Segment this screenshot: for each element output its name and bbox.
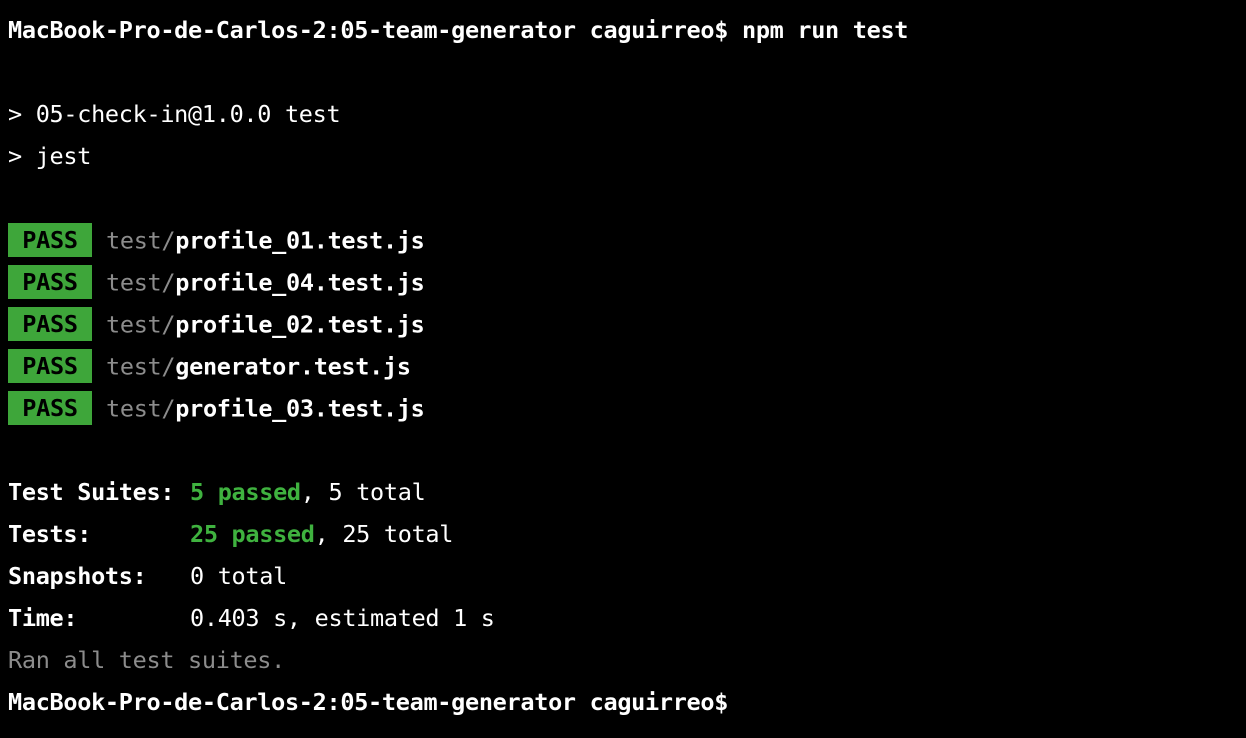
test-dir: test/ [106, 268, 176, 297]
script-command: > jest [8, 142, 92, 170]
summary-label: Time: [8, 604, 78, 632]
pass-badge: PASS [8, 391, 92, 425]
ran-all-message: Ran all test suites. [8, 646, 285, 674]
test-file-name: profile_01.test.js [175, 226, 425, 255]
total-count: , 25 total [314, 520, 454, 548]
test-dir: test/ [106, 310, 176, 339]
test-file-name: profile_02.test.js [175, 310, 425, 339]
summary-label: Test Suites: [8, 478, 175, 506]
shell-prompt: MacBook-Pro-de-Carlos-2:05-team-generato… [8, 16, 729, 44]
test-result-row: PASS test/profile_04.test.js [8, 265, 425, 299]
summary-label: Snapshots: [8, 562, 147, 590]
pass-badge: PASS [8, 265, 92, 299]
pass-badge: PASS [8, 349, 92, 383]
summary-snapshots: Snapshots: 0 total [8, 561, 287, 591]
test-result-row: PASS test/profile_01.test.js [8, 223, 425, 257]
pass-badge: PASS [8, 307, 92, 341]
script-header: > 05-check-in@1.0.0 test [8, 100, 341, 128]
test-file-name: profile_03.test.js [175, 394, 425, 423]
time-value: 0.403 s, estimated 1 s [190, 604, 495, 632]
test-file-name: profile_04.test.js [175, 268, 425, 297]
test-dir: test/ [106, 352, 176, 381]
passed-count: 5 passed [190, 478, 301, 506]
test-result-row: PASS test/generator.test.js [8, 349, 411, 383]
command-line: MacBook-Pro-de-Carlos-2:05-team-generato… [8, 15, 908, 45]
test-result-row: PASS test/profile_03.test.js [8, 391, 425, 425]
text-cursor [728, 691, 730, 717]
summary-label: Tests: [8, 520, 92, 548]
passed-count: 25 passed [190, 520, 315, 548]
total-count: , 5 total [300, 478, 426, 506]
terminal-window[interactable]: MacBook-Pro-de-Carlos-2:05-team-generato… [0, 0, 1246, 738]
test-file-name: generator.test.js [175, 352, 411, 381]
test-dir: test/ [106, 394, 176, 423]
test-result-row: PASS test/profile_02.test.js [8, 307, 425, 341]
shell-prompt: MacBook-Pro-de-Carlos-2:05-team-generato… [8, 688, 729, 716]
test-dir: test/ [106, 226, 176, 255]
summary-time: Time: 0.403 s, estimated 1 s [8, 603, 495, 633]
final-prompt-line[interactable]: MacBook-Pro-de-Carlos-2:05-team-generato… [8, 687, 730, 717]
summary-tests: Tests: 25 passed, 25 total [8, 519, 453, 549]
summary-test-suites: Test Suites: 5 passed, 5 total [8, 477, 426, 507]
pass-badge: PASS [8, 223, 92, 257]
snapshots-value: 0 total [190, 562, 287, 590]
typed-command: npm run test [741, 16, 909, 44]
